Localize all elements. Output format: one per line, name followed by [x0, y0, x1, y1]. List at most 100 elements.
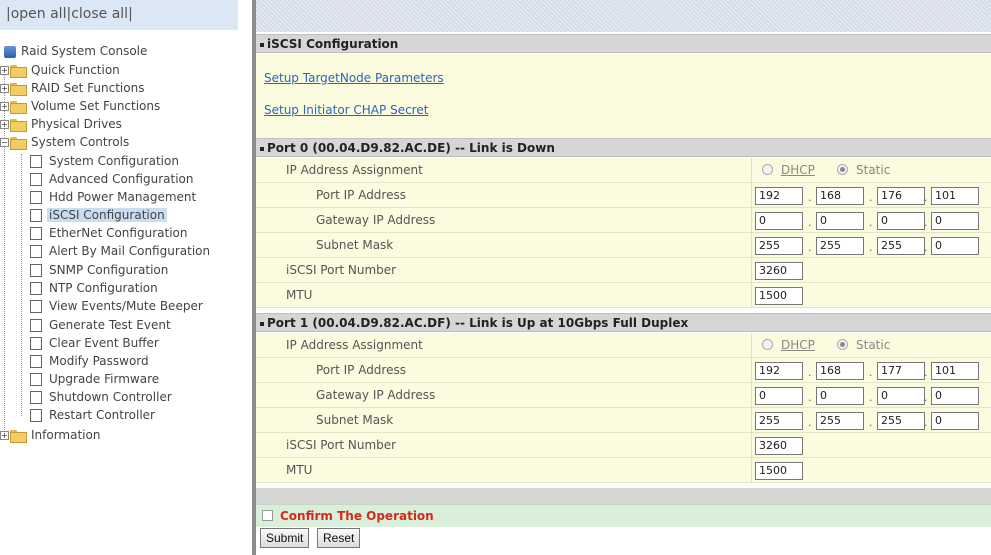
expand-plus-icon[interactable]: + [0, 66, 9, 75]
submit-button[interactable]: Submit [260, 528, 310, 548]
page-icon [30, 282, 42, 295]
port0-ip-octet-1[interactable]: 192 [755, 187, 803, 205]
port0-mtu-input[interactable]: 1500 [755, 287, 803, 305]
page-icon [30, 173, 42, 186]
ip-dot: . [924, 216, 928, 229]
port0-gateway-octet-2[interactable]: 0 [816, 212, 864, 230]
page-icon [30, 355, 42, 368]
tree-item-upgrade-firmware[interactable]: Upgrade Firmware [30, 370, 161, 388]
port0-iscsi-port-row: iSCSI Port Number 3260 [256, 258, 991, 283]
section-header-iscsi: iSCSI Configuration [256, 34, 991, 53]
port1-ip-octet-1[interactable]: 192 [755, 362, 803, 380]
tree-item-ethernet-configuration[interactable]: EtherNet Configuration [30, 224, 189, 242]
tree-folder-system-controls[interactable]: − System Controls [0, 133, 131, 151]
setup-targetnode-link[interactable]: Setup TargetNode Parameters [264, 71, 444, 85]
mtu-label: MTU [286, 288, 313, 302]
setup-chap-link[interactable]: Setup Initiator CHAP Secret [264, 103, 428, 117]
tree-item-restart-controller[interactable]: Restart Controller [30, 406, 157, 424]
page-icon [30, 337, 42, 350]
port0-ip-octet-3[interactable]: 176 [877, 187, 925, 205]
port0-subnet-octet-3[interactable]: 255 [877, 237, 925, 255]
port1-gateway-row: Gateway IP Address 0 . 0 . 0 . 0 [256, 383, 991, 408]
port0-subnet-octet-2[interactable]: 255 [816, 237, 864, 255]
tree-item-advanced-configuration[interactable]: Advanced Configuration [30, 170, 195, 188]
port1-subnet-octet-1[interactable]: 255 [755, 412, 803, 430]
collapse-minus-icon[interactable]: − [0, 138, 9, 147]
tree-item-iscsi-configuration[interactable]: iSCSI Configuration [30, 206, 167, 224]
tree-item-modify-password[interactable]: Modify Password [30, 352, 151, 370]
open-all-link[interactable]: open all [11, 6, 67, 22]
port1-gateway-octet-3[interactable]: 0 [877, 387, 925, 405]
cell-divider [751, 258, 752, 283]
port0-ip-assignment-row: IP Address Assignment DHCP Static [256, 158, 991, 183]
port0-subnet-octet-1[interactable]: 255 [755, 237, 803, 255]
page-icon [30, 373, 42, 386]
bullet-icon [260, 42, 264, 47]
port1-ip-octet-4[interactable]: 101 [931, 362, 979, 380]
cell-divider [751, 233, 752, 258]
port1-subnet-octet-2[interactable]: 255 [816, 412, 864, 430]
port1-ip-octet-3[interactable]: 177 [877, 362, 925, 380]
port0-subnet-octet-4[interactable]: 0 [931, 237, 979, 255]
folder-icon [10, 101, 27, 114]
tree-item-view-events[interactable]: View Events/Mute Beeper [30, 297, 205, 315]
port0-gateway-octet-4[interactable]: 0 [931, 212, 979, 230]
port1-subnet-octet-4[interactable]: 0 [931, 412, 979, 430]
close-all-link[interactable]: close all [71, 6, 128, 22]
port1-gateway-octet-1[interactable]: 0 [755, 387, 803, 405]
port0-subnet-row: Subnet Mask 255 . 255 . 255 . 0 [256, 233, 991, 258]
tree-item-shutdown-controller[interactable]: Shutdown Controller [30, 388, 174, 406]
tree-item-snmp-configuration[interactable]: SNMP Configuration [30, 261, 170, 279]
port1-header: Port 1 (00.04.D9.82.AC.DF) -- Link is Up… [256, 313, 991, 332]
tree-folder-raid-set-functions[interactable]: + RAID Set Functions [0, 79, 146, 97]
port0-static-radio[interactable] [837, 164, 848, 175]
expand-plus-icon[interactable]: + [0, 102, 9, 111]
tree-folder-volume-set-functions[interactable]: + Volume Set Functions [0, 97, 162, 115]
ip-dot: . [869, 216, 873, 229]
tree-folder-quick-function[interactable]: + Quick Function [0, 61, 122, 79]
ip-dot: . [808, 366, 812, 379]
top-banner [256, 0, 991, 32]
gateway-ip-label: Gateway IP Address [316, 388, 436, 402]
port1-iscsi-port-input[interactable]: 3260 [755, 437, 803, 455]
port1-ip-octet-2[interactable]: 168 [816, 362, 864, 380]
navigation-tree: |open all|close all| Raid System Console… [0, 0, 252, 555]
cell-divider [751, 358, 752, 383]
ip-dot: . [924, 191, 928, 204]
mtu-label: MTU [286, 463, 313, 477]
expand-plus-icon[interactable]: + [0, 120, 9, 129]
separator: | [128, 6, 133, 22]
tree-item-alert-by-mail-configuration[interactable]: Alert By Mail Configuration [30, 242, 212, 260]
port0-dhcp-radio[interactable] [762, 164, 773, 175]
tree-item-clear-event-buffer[interactable]: Clear Event Buffer [30, 334, 161, 352]
port0-iscsi-port-input[interactable]: 3260 [755, 262, 803, 280]
tree-folder-information[interactable]: + Information [0, 426, 102, 444]
tree-toolbar: |open all|close all| [0, 0, 238, 30]
port0-ip-octet-4[interactable]: 101 [931, 187, 979, 205]
tree-folder-physical-drives[interactable]: + Physical Drives [0, 115, 124, 133]
port0-gateway-octet-3[interactable]: 0 [877, 212, 925, 230]
expand-plus-icon[interactable]: + [0, 84, 9, 93]
page-icon [30, 319, 42, 332]
port1-gateway-octet-2[interactable]: 0 [816, 387, 864, 405]
reset-button[interactable]: Reset [317, 528, 361, 548]
folder-icon [10, 119, 27, 132]
confirm-checkbox[interactable] [262, 510, 273, 521]
dhcp-label: DHCP [781, 338, 815, 352]
ip-dot: . [808, 391, 812, 404]
tree-item-system-configuration[interactable]: System Configuration [30, 152, 181, 170]
tree-item-hdd-power-management[interactable]: Hdd Power Management [30, 188, 198, 206]
tree-root[interactable]: Raid System Console [4, 42, 149, 60]
port1-dhcp-radio[interactable] [762, 339, 773, 350]
port0-ip-octet-2[interactable]: 168 [816, 187, 864, 205]
port0-gateway-octet-1[interactable]: 0 [755, 212, 803, 230]
tree-item-ntp-configuration[interactable]: NTP Configuration [30, 279, 160, 297]
port1-static-radio[interactable] [837, 339, 848, 350]
port1-subnet-octet-3[interactable]: 255 [877, 412, 925, 430]
tree-item-generate-test-event[interactable]: Generate Test Event [30, 316, 173, 334]
section-spacer [256, 488, 991, 504]
expand-plus-icon[interactable]: + [0, 431, 9, 440]
port1-mtu-input[interactable]: 1500 [755, 462, 803, 480]
port1-gateway-octet-4[interactable]: 0 [931, 387, 979, 405]
port1-subnet-row: Subnet Mask 255 . 255 . 255 . 0 [256, 408, 991, 433]
